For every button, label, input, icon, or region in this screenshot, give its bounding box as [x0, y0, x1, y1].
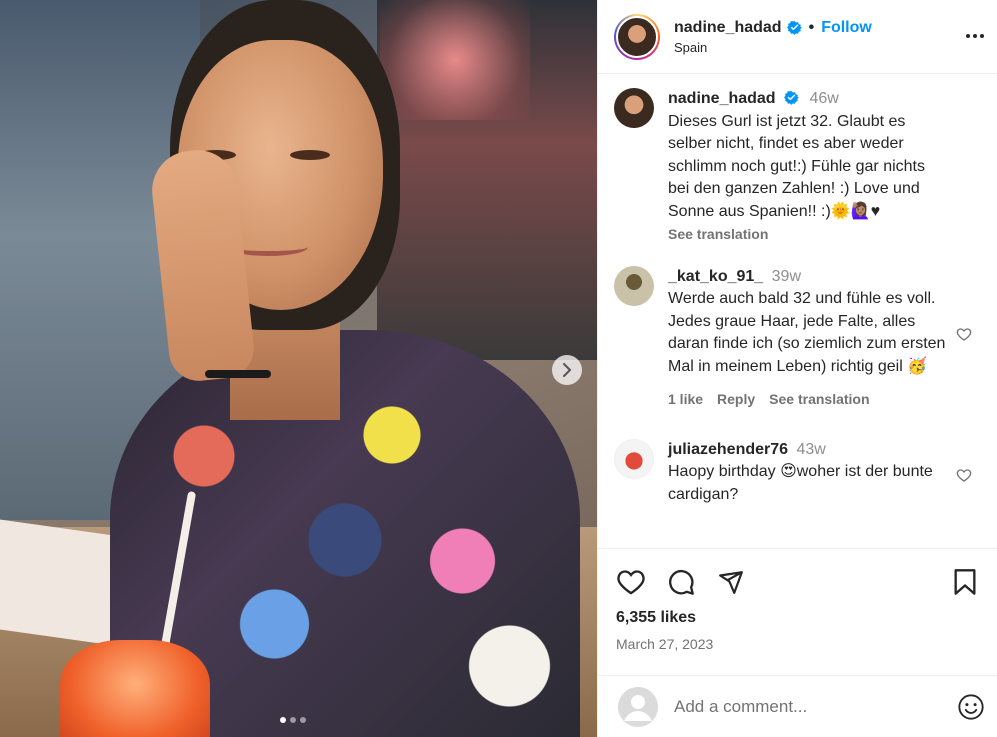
commenter-avatar[interactable]	[614, 265, 654, 306]
post-side-panel: nadine_hadad • Follow Spain nadine_hadad	[597, 0, 997, 737]
comment-text: Werde auch bald 32 und fühle es voll. Je…	[668, 290, 946, 375]
carousel-indicator	[280, 717, 306, 723]
comment-age[interactable]: 39w	[772, 268, 801, 285]
share-icon	[719, 571, 743, 594]
bookmark-icon	[954, 569, 976, 595]
carousel-dot	[300, 717, 306, 723]
add-comment-bar	[598, 675, 997, 737]
like-comment-button[interactable]	[954, 324, 974, 344]
see-translation-link[interactable]: See translation	[668, 223, 948, 246]
caption-author-avatar[interactable]	[614, 88, 654, 128]
post-location[interactable]: Spain	[674, 40, 872, 55]
comment-icon	[669, 569, 694, 595]
carousel-dot	[280, 717, 286, 723]
author-avatar-ring[interactable]	[614, 13, 660, 60]
comment-likes-count[interactable]: 1 like	[668, 388, 703, 411]
comment-username[interactable]: juliazehender76	[668, 441, 788, 458]
comment-button[interactable]	[666, 567, 696, 597]
follow-button[interactable]: Follow	[821, 19, 872, 37]
carousel-dot	[290, 717, 296, 723]
emoji-icon	[958, 693, 984, 720]
more-options-button[interactable]	[963, 24, 987, 48]
heart-outline-icon	[956, 327, 972, 341]
photo-light-glow	[380, 0, 530, 120]
post-date[interactable]: March 27, 2023	[616, 636, 982, 652]
heart-icon	[617, 570, 645, 595]
share-button[interactable]	[716, 567, 746, 597]
like-comment-button[interactable]	[954, 465, 974, 485]
comment-input[interactable]	[674, 696, 934, 717]
reply-button[interactable]: Reply	[717, 388, 755, 411]
comment-text: Haopy birthday 😍woher ist der bunte card…	[668, 463, 933, 503]
caption-text: Dieses Gurl ist jetzt 32. Glaubt es selb…	[668, 112, 925, 220]
comment-username[interactable]: nadine_hadad	[668, 90, 776, 107]
post-header: nadine_hadad • Follow Spain	[598, 0, 997, 74]
like-button[interactable]	[616, 567, 646, 597]
caption: nadine_hadad 46w Dieses Gurl ist jetzt 3…	[614, 88, 982, 246]
chevron-right-icon	[563, 363, 571, 377]
comment-username[interactable]: _kat_ko_91_	[668, 268, 763, 285]
author-username[interactable]: nadine_hadad	[674, 19, 782, 37]
comment-item: _kat_ko_91_ 39w Werde auch bald 32 und f…	[614, 265, 982, 411]
current-user-avatar	[618, 686, 658, 727]
post-photo[interactable]	[0, 0, 597, 737]
photo-drink-glass	[60, 640, 210, 737]
photo-bracelet	[205, 370, 271, 378]
comment-item: juliazehender76 43w Haopy birthday 😍wohe…	[614, 438, 982, 507]
verified-badge-icon	[784, 90, 799, 105]
more-options-icon	[966, 34, 984, 38]
heart-outline-icon	[956, 468, 972, 482]
next-photo-button[interactable]	[552, 355, 582, 385]
save-button[interactable]	[950, 567, 980, 597]
comment-age[interactable]: 43w	[797, 441, 826, 458]
emoji-button[interactable]	[956, 692, 986, 722]
commenter-avatar[interactable]	[614, 438, 654, 479]
header-separator: •	[808, 18, 815, 36]
author-avatar[interactable]	[616, 15, 658, 58]
likes-count[interactable]: 6,355 likes	[616, 609, 982, 627]
comment-age[interactable]: 46w	[809, 90, 838, 107]
verified-badge-icon	[786, 20, 802, 35]
see-translation-link[interactable]: See translation	[769, 388, 869, 411]
photo-eye-right	[290, 150, 330, 160]
user-placeholder-icon	[618, 686, 658, 727]
comments-list[interactable]: nadine_hadad 46w Dieses Gurl ist jetzt 3…	[598, 74, 997, 548]
post-actions: 6,355 likes March 27, 2023	[598, 548, 997, 652]
